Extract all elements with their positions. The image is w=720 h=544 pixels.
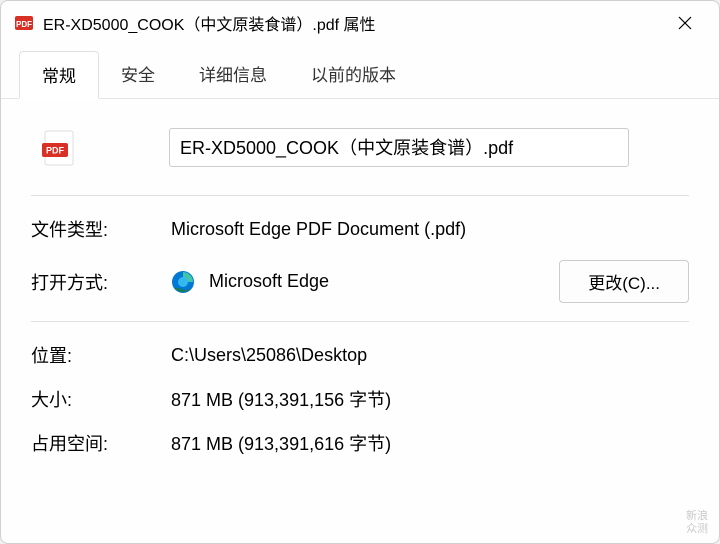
close-icon (678, 16, 692, 30)
label-file-type: 文件类型: (31, 216, 171, 242)
value-size-on-disk: 871 MB (913,391,616 字节) (171, 430, 391, 456)
value-location: C:\Users\25086\Desktop (171, 345, 367, 366)
divider (31, 321, 689, 322)
label-size: 大小: (31, 386, 171, 412)
row-file-type: 文件类型: Microsoft Edge PDF Document (.pdf) (31, 216, 689, 242)
filename-input[interactable] (169, 128, 629, 167)
watermark-line1: 新浪 (686, 510, 708, 523)
edge-icon (171, 270, 195, 294)
tab-security[interactable]: 安全 (99, 51, 177, 99)
titlebar: PDF ER-XD5000_COOK（中文原装食谱）.pdf 属性 (1, 1, 719, 45)
row-opens-with: 打开方式: Microsoft Edge 更改(C)... (31, 260, 689, 303)
change-button[interactable]: 更改(C)... (559, 260, 689, 303)
value-size: 871 MB (913,391,156 字节) (171, 386, 391, 412)
properties-dialog: PDF ER-XD5000_COOK（中文原装食谱）.pdf 属性 常规 安全 … (0, 0, 720, 544)
pdf-icon: PDF (15, 14, 33, 32)
label-size-on-disk: 占用空间: (31, 430, 171, 456)
app-info: Microsoft Edge (171, 270, 559, 294)
file-header: PDF (31, 119, 689, 191)
label-opens-with: 打开方式: (31, 269, 171, 295)
label-location: 位置: (31, 342, 171, 368)
row-location: 位置: C:\Users\25086\Desktop (31, 342, 689, 368)
watermark: 新浪 众测 (686, 510, 708, 536)
pdf-file-icon: PDF (39, 127, 79, 167)
close-button[interactable] (665, 8, 705, 38)
tab-bar: 常规 安全 详细信息 以前的版本 (1, 45, 719, 99)
svg-text:PDF: PDF (46, 146, 65, 156)
watermark-line2: 众测 (686, 523, 708, 536)
tab-general[interactable]: 常规 (19, 51, 99, 99)
divider (31, 195, 689, 196)
row-size: 大小: 871 MB (913,391,156 字节) (31, 386, 689, 412)
tab-details[interactable]: 详细信息 (177, 51, 289, 99)
svg-text:PDF: PDF (16, 20, 32, 29)
row-size-on-disk: 占用空间: 871 MB (913,391,616 字节) (31, 430, 689, 456)
value-file-type: Microsoft Edge PDF Document (.pdf) (171, 219, 466, 240)
tab-previous-versions[interactable]: 以前的版本 (289, 51, 418, 99)
tab-content: PDF 文件类型: Microsoft Edge PDF Document (.… (1, 98, 719, 543)
value-app-name: Microsoft Edge (209, 271, 329, 292)
window-title: ER-XD5000_COOK（中文原装食谱）.pdf 属性 (43, 11, 665, 35)
